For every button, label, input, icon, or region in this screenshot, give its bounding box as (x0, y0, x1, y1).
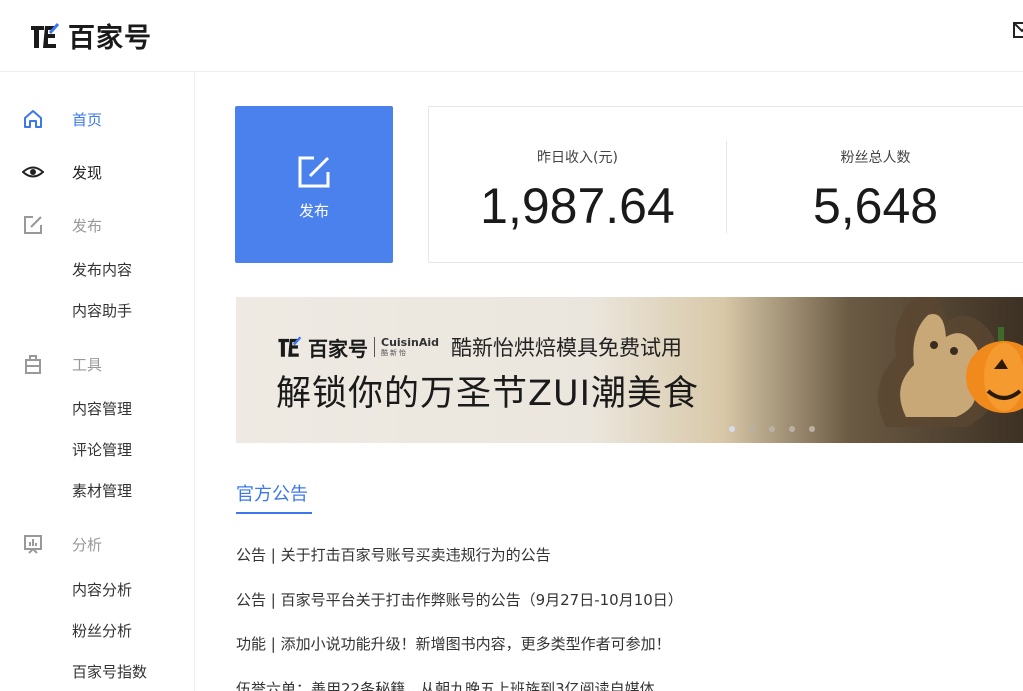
home-icon (24, 110, 42, 128)
sidebar-item-comment-manage[interactable]: 评论管理 (72, 438, 132, 462)
sidebar-item-publish[interactable]: 发布 (0, 207, 195, 243)
partner-logo-en: CuisinAid (381, 336, 439, 349)
announcement-item[interactable]: 功能 | 添加小说功能升级！新增图书内容，更多类型作者可参加！ (236, 633, 671, 654)
partner-logo: CuisinAid 酷新怡 (381, 337, 439, 357)
carousel-dot[interactable] (809, 426, 815, 432)
sidebar-item-label: 发布 (72, 216, 103, 235)
chart-icon (24, 535, 42, 554)
edit-icon (298, 156, 330, 188)
sidebar-item-home[interactable]: 首页 (0, 101, 195, 137)
tab-official-announcements[interactable]: 官方公告 (236, 480, 308, 506)
banner-subtitle: 酷新怡烘焙模具免费试用 (450, 336, 682, 360)
stat-fans: 粉丝总人数 5,648 (727, 107, 1023, 262)
sidebar-item-label: 分析 (72, 535, 103, 554)
sidebar-item-label: 发现 (72, 163, 103, 182)
banner-headline: 解锁你的万圣节ZUI潮美食 (276, 374, 699, 414)
banner-separator (374, 337, 375, 357)
partner-logo-cn: 酷新怡 (381, 349, 408, 357)
baijiahao-logo-icon (278, 336, 302, 357)
stat-fans-label: 粉丝总人数 (840, 150, 911, 166)
sidebar-item-bjh-index[interactable]: 百家号指数 (72, 660, 147, 684)
logo-text: 百家号 (68, 23, 152, 54)
logo[interactable]: 百家号 (28, 16, 152, 55)
sidebar-item-publish-content[interactable]: 发布内容 (72, 258, 132, 282)
top-header: 百家号 (0, 0, 1023, 72)
carousel-dots (729, 426, 815, 432)
sidebar-item-content-assistant[interactable]: 内容助手 (72, 299, 132, 323)
publish-label: 发布 (298, 202, 329, 220)
bag-icon (25, 355, 41, 374)
carousel-dot[interactable] (769, 426, 775, 432)
sidebar-item-tools[interactable]: 工具 (0, 346, 195, 382)
sidebar-item-content-manage[interactable]: 内容管理 (72, 397, 132, 421)
sidebar-item-discover[interactable]: 发现 (0, 154, 195, 190)
eye-icon (22, 166, 44, 178)
edit-icon (24, 216, 42, 234)
stat-income-label: 昨日收入(元) (537, 150, 618, 166)
carousel-dot[interactable] (729, 426, 735, 432)
carousel-dot[interactable] (749, 426, 755, 432)
sidebar-item-fans-analysis[interactable]: 粉丝分析 (72, 619, 132, 643)
sidebar-item-label: 首页 (72, 110, 103, 129)
stats-card: 昨日收入(元) 1,987.64 粉丝总人数 5,648 (428, 106, 1023, 263)
carousel-dot[interactable] (789, 426, 795, 432)
sidebar-item-content-analysis[interactable]: 内容分析 (72, 578, 132, 602)
sidebar: 首页 发现 发布 发布内容 内容助手 工具 内容管理 评论管理 素材管理 分析 … (0, 72, 195, 691)
announcement-item[interactable]: 公告 | 关于打击百家号账号买卖违规行为的公告 (236, 544, 551, 565)
sidebar-item-material-manage[interactable]: 素材管理 (72, 479, 132, 503)
mail-icon[interactable] (1013, 22, 1023, 38)
banner-brand-name: 百家号 (308, 336, 368, 361)
publish-button[interactable]: 发布 (235, 106, 393, 263)
stat-income: 昨日收入(元) 1,987.64 (429, 107, 726, 262)
stat-fans-value: 5,648 (812, 178, 939, 234)
sidebar-item-label: 工具 (72, 355, 103, 374)
stat-income-value: 1,987.64 (480, 178, 675, 234)
tab-underline (236, 512, 312, 514)
promo-banner[interactable]: 百家号 CuisinAid 酷新怡 酷新怡烘焙模具免费试用 解锁你的万圣节ZUI… (236, 297, 1023, 443)
baijiahao-logo-icon (31, 22, 60, 48)
sidebar-item-analytics[interactable]: 分析 (0, 526, 195, 562)
announcement-item[interactable]: 公告 | 百家号平台关于打击作弊账号的公告（9月27日-10月10日） (236, 589, 683, 610)
pumpkin-image (966, 327, 1023, 413)
announcement-item[interactable]: 伍誉六单：善用22条秘籍，从朝九晚五上班族到3亿阅读自媒体 (236, 678, 655, 691)
banner-brand: 百家号 CuisinAid 酷新怡 酷新怡烘焙模具免费试用 (276, 332, 682, 362)
